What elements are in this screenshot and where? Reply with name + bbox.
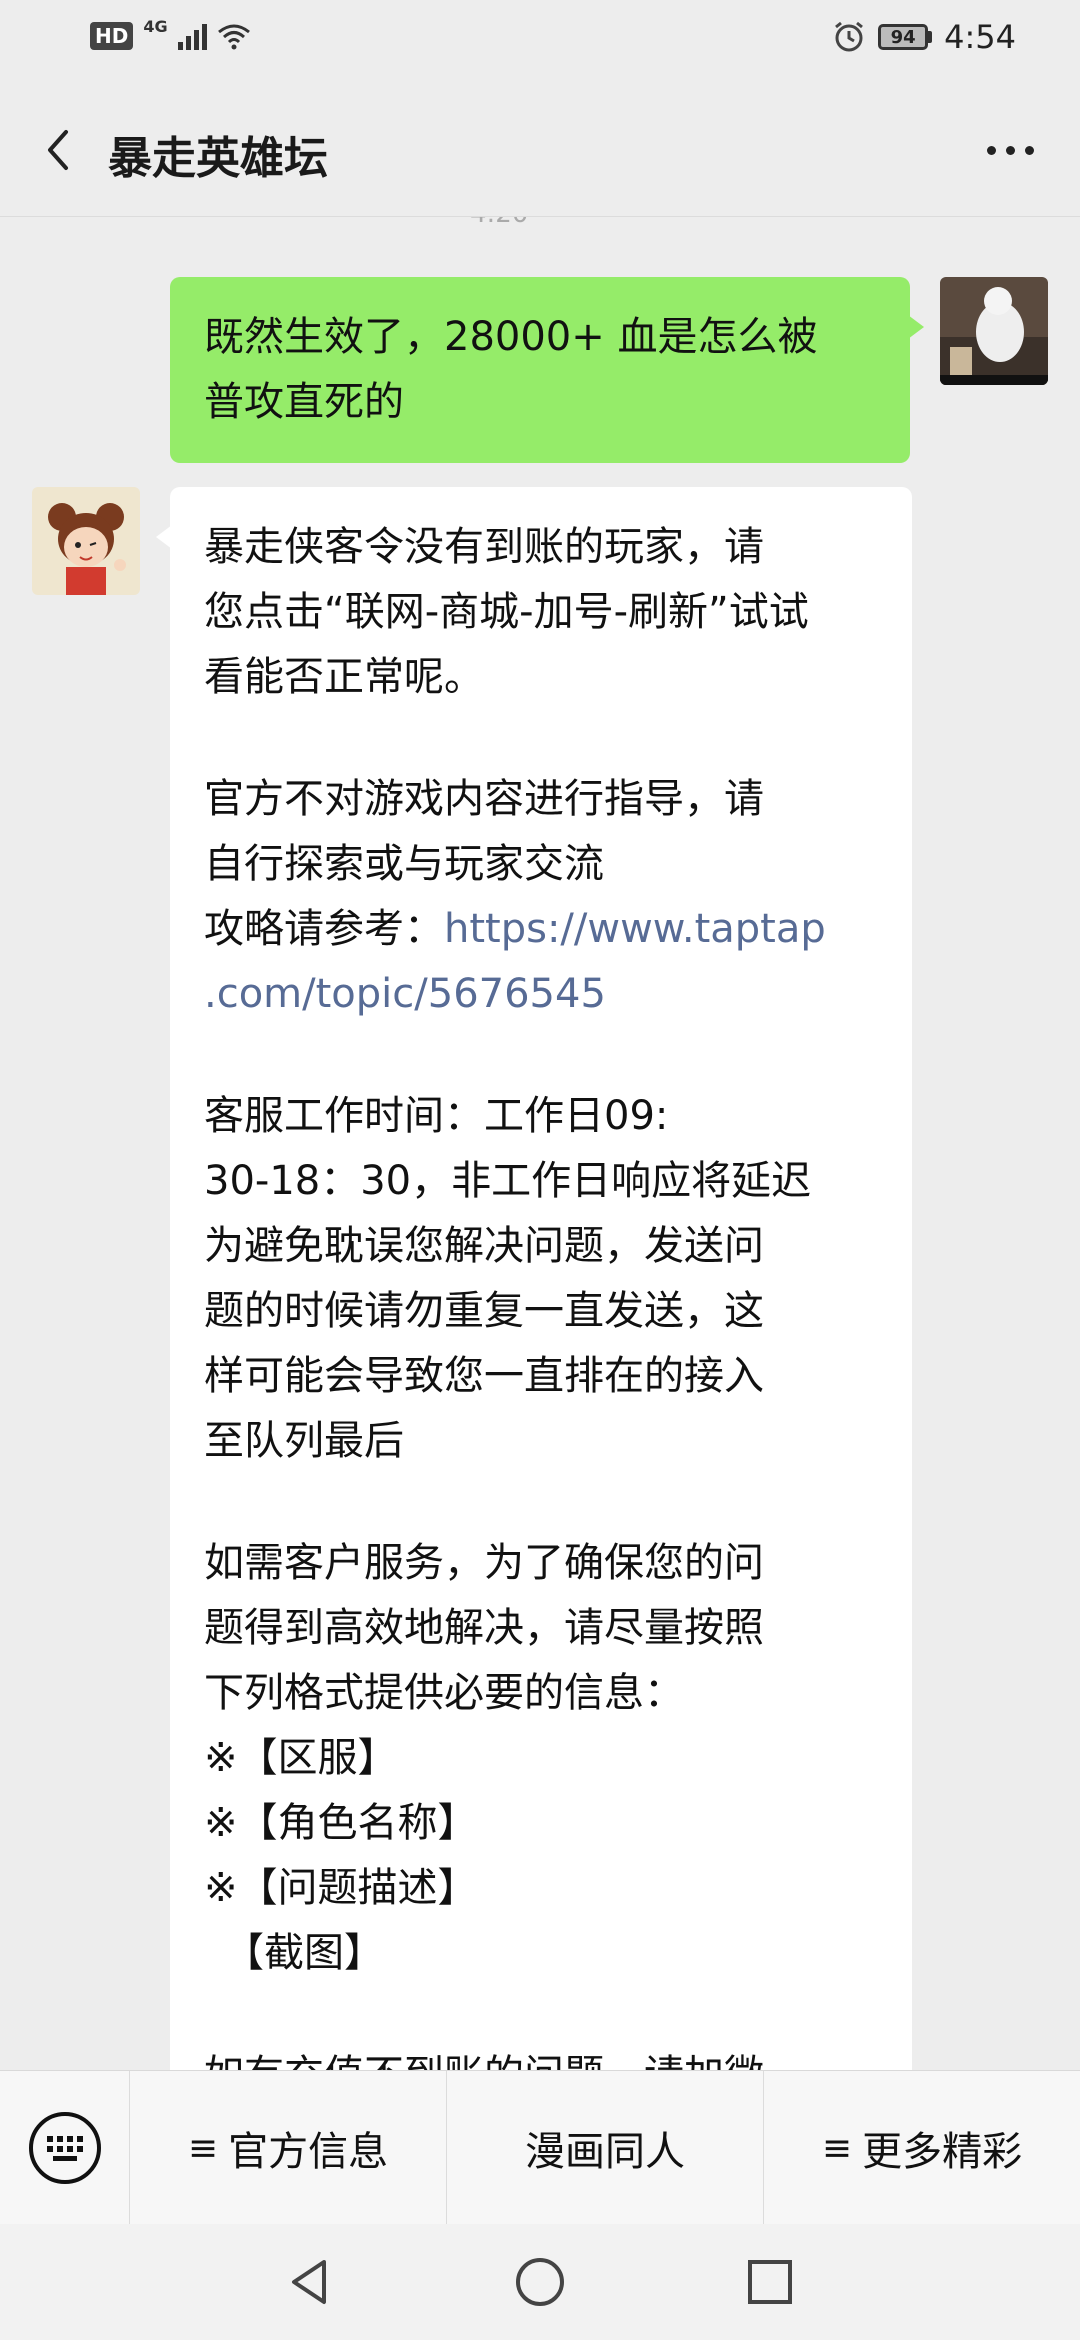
user-avatar[interactable] (940, 277, 1048, 385)
back-icon[interactable] (30, 120, 90, 180)
chat-header: 暴走英雄坛 (0, 84, 1080, 217)
clock: 4:54 (944, 18, 1016, 56)
message-line: 至队列最后 (204, 1418, 404, 1464)
format-item: 【截图】 (204, 1930, 384, 1976)
taptap-link-continued[interactable]: .com/topic/5676545 (204, 962, 878, 1027)
taptap-link[interactable]: https://www.taptap (444, 906, 826, 952)
more-icon[interactable] (970, 120, 1050, 180)
message-line: 您点击“联网-商城-加号-刷新”试试 (204, 589, 809, 635)
link-prefix: 攻略请参考： (204, 906, 444, 952)
message-line: 30-18：30，非工作日响应将延迟 (204, 1158, 812, 1204)
received-message-bubble[interactable]: 暴走侠客令没有到账的玩家，请 您点击“联网-商城-加号-刷新”试试 看能否正常呢… (156, 487, 912, 2070)
hd-badge: HD (90, 22, 134, 50)
message-line-partial: 如有充值不到账的问题，请加微 (204, 2043, 878, 2070)
format-item: ※【角色名称】 (204, 1800, 478, 1846)
message-line: 如需客户服务，为了确保您的问 (204, 1540, 764, 1586)
sent-message-bubble[interactable]: 既然生效了，28000+ 血是怎么被 普攻直死的 (170, 277, 924, 463)
chat-area[interactable]: 4:20 既然生效了，28000+ 血是怎么被 普攻直死的 (0, 217, 1080, 2070)
menu-list-icon: ≡ (187, 2127, 219, 2169)
menu-comics-fanart[interactable]: 漫画同人 (447, 2071, 764, 2225)
official-account-menu: ≡ 官方信息 漫画同人 ≡ 更多精彩 (0, 2070, 1080, 2225)
network-type: 4G (143, 16, 168, 36)
keyboard-toggle-button[interactable] (0, 2071, 130, 2225)
menu-more-highlights[interactable]: ≡ 更多精彩 (764, 2071, 1080, 2225)
square-recents-icon[interactable] (740, 2252, 800, 2312)
official-account-avatar[interactable] (32, 487, 140, 595)
message-line: 题得到高效地解决，请尽量按照 (204, 1605, 764, 1651)
status-bar: HD 4G 94 4:54 (0, 0, 1080, 84)
menu-label: 更多精彩 (862, 2129, 1023, 2175)
menu-list-icon: ≡ (821, 2127, 853, 2169)
message-line: 为避免耽误您解决问题，发送问 (204, 1223, 764, 1269)
message-line: 样可能会导致您一直排在的接入 (204, 1353, 764, 1399)
menu-official-info[interactable]: ≡ 官方信息 (130, 2071, 447, 2225)
menu-label: 漫画同人 (525, 2129, 685, 2175)
signal-icon (177, 22, 207, 50)
wifi-icon (217, 24, 250, 50)
menu-label: 官方信息 (228, 2129, 389, 2175)
triangle-back-icon[interactable] (280, 2252, 340, 2312)
message-line: 客服工作时间：工作日09: (204, 1093, 669, 1139)
message-line: 攻略请参考：https://www.taptap (204, 897, 878, 962)
message-line: 暴走侠客令没有到账的玩家，请 (204, 524, 764, 570)
circle-home-icon[interactable] (510, 2252, 570, 2312)
status-right: 94 4:54 (832, 18, 1016, 56)
keyboard-icon (28, 2112, 101, 2184)
chat-title: 暴走英雄坛 (108, 133, 328, 184)
sent-message-line: 既然生效了，28000+ 血是怎么被 (204, 314, 818, 360)
message-line: 题的时候请勿重复一直发送，这 (204, 1288, 764, 1334)
system-navigation-bar (0, 2224, 1080, 2340)
timestamp: 4:20 (470, 217, 528, 229)
battery-icon: 94 (878, 24, 933, 50)
battery-level: 94 (890, 26, 916, 48)
alarm-icon (835, 21, 864, 52)
message-line: 下列格式提供必要的信息： (204, 1670, 684, 1716)
format-item: ※【区服】 (204, 1735, 398, 1781)
format-item: ※【问题描述】 (204, 1865, 478, 1911)
sent-message-line: 普攻直死的 (204, 379, 404, 425)
message-line: 官方不对游戏内容进行指导，请 (204, 776, 764, 822)
message-line: 看能否正常呢。 (204, 654, 484, 700)
message-line: 自行探索或与玩家交流 (204, 841, 604, 887)
status-left: HD 4G (90, 17, 251, 50)
